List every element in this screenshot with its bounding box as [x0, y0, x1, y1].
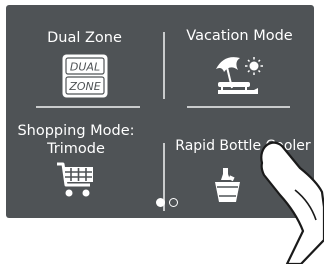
- pointing-hand-icon: [260, 141, 324, 264]
